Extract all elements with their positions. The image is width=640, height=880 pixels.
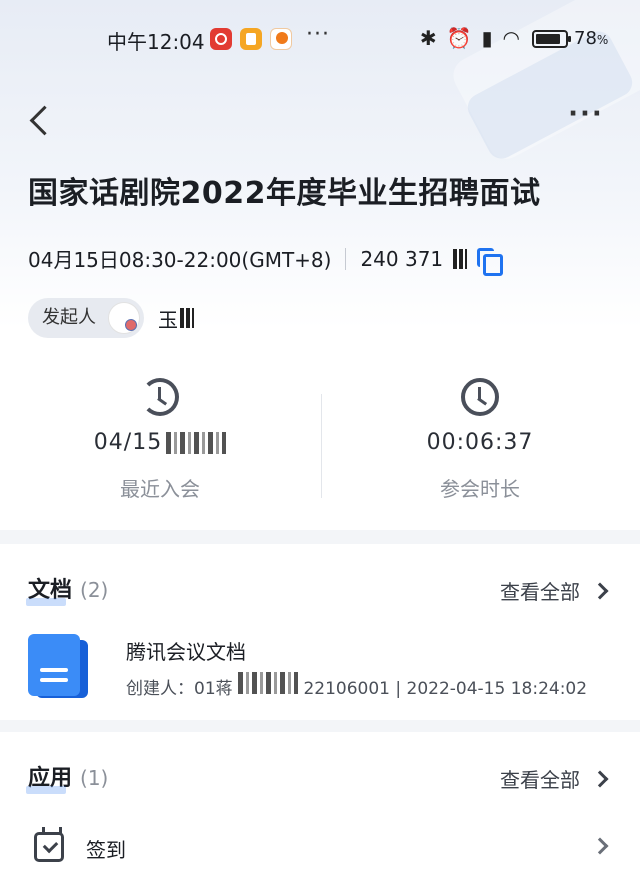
wifi-icon: ◠ bbox=[502, 26, 520, 50]
more-notifications-icon: ··· bbox=[306, 22, 330, 47]
host-badge: 发起人 bbox=[28, 298, 144, 338]
divider bbox=[345, 247, 347, 270]
recent-join-label: 最近入会 bbox=[120, 477, 200, 501]
app-name: 签到 bbox=[86, 838, 126, 862]
meeting-meta: 04月15日08:30-22:00(GMT+8) 240 371 bbox=[28, 244, 504, 276]
app-list-item-checkin[interactable]: 签到 bbox=[28, 826, 614, 870]
chevron-right-icon bbox=[591, 582, 609, 599]
documents-title: 文档 bbox=[25, 572, 72, 606]
documents-view-all-button[interactable]: 查看全部 bbox=[500, 576, 609, 605]
back-chevron-icon[interactable] bbox=[26, 104, 56, 138]
redaction-mosaic bbox=[180, 308, 194, 328]
document-icon bbox=[28, 634, 88, 700]
history-clock-icon bbox=[141, 378, 179, 416]
document-creator: 创建人：01蒋 bbox=[126, 679, 233, 699]
host-row: 发起人 玉 bbox=[28, 298, 194, 338]
recent-join-stat: 04/15 最近入会 bbox=[0, 370, 320, 502]
redaction-mosaic bbox=[453, 248, 468, 269]
apps-count: (1) bbox=[80, 766, 109, 790]
chevron-right-icon bbox=[591, 770, 609, 787]
meeting-id: 240 371 bbox=[360, 246, 444, 271]
view-all-label: 查看全部 bbox=[500, 768, 580, 792]
documents-count: (2) bbox=[80, 578, 109, 602]
notes-app-icon bbox=[240, 28, 262, 50]
document-meta: 创建人：01蒋 22106001 | 2022-04-15 18:24:02 bbox=[126, 672, 587, 699]
host-label: 发起人 bbox=[42, 307, 96, 328]
apps-view-all-button[interactable]: 查看全部 bbox=[500, 764, 609, 793]
bluetooth-icon: ✱ bbox=[419, 26, 437, 50]
netease-music-app-icon bbox=[210, 28, 232, 50]
copy-icon[interactable] bbox=[475, 246, 504, 276]
meeting-stats: 04/15 最近入会 00:06:37 参会时长 bbox=[0, 370, 640, 510]
status-icons: ✱ ⏰ ▮ ◠ bbox=[420, 26, 520, 50]
section-header: 文档 (2) bbox=[25, 572, 109, 606]
meeting-time-range: 04月15日08:30-22:00(GMT+8) bbox=[28, 248, 332, 272]
apps-title: 应用 bbox=[25, 760, 72, 794]
battery-icon bbox=[532, 30, 571, 48]
battery-percent: 78% bbox=[574, 28, 609, 49]
clock-icon bbox=[461, 378, 499, 416]
meeting-title: 国家话剧院2022年度毕业生招聘面试 bbox=[28, 176, 541, 211]
signal-icon: ▮ bbox=[481, 26, 493, 50]
view-all-label: 查看全部 bbox=[500, 580, 580, 604]
redaction-mosaic bbox=[238, 672, 299, 694]
host-name: 玉 bbox=[158, 304, 194, 333]
documents-section: 文档 (2) 查看全部 腾讯会议文档 创建人：01蒋 22106001 | 20… bbox=[0, 544, 640, 720]
avatar[interactable] bbox=[108, 302, 140, 334]
duration-stat: 00:06:37 参会时长 bbox=[320, 370, 640, 502]
recent-join-value: 04/15 bbox=[0, 430, 320, 455]
duration-label: 参会时长 bbox=[440, 477, 520, 501]
apps-section: 应用 (1) 查看全部 签到 bbox=[0, 732, 640, 880]
document-name: 腾讯会议文档 bbox=[126, 640, 246, 664]
section-header: 应用 (1) bbox=[25, 760, 109, 794]
chevron-right-icon bbox=[591, 837, 609, 855]
status-time: 中午12:04 bbox=[107, 30, 205, 54]
document-created-info: 22106001 | 2022-04-15 18:24:02 bbox=[303, 679, 588, 699]
document-list-item[interactable]: 腾讯会议文档 创建人：01蒋 22106001 | 2022-04-15 18:… bbox=[28, 634, 628, 700]
status-bar: 中午12:04 ··· ✱ ⏰ ▮ ◠ 78% bbox=[0, 0, 640, 78]
redaction-mosaic bbox=[166, 431, 227, 454]
more-options-icon[interactable]: ··· bbox=[566, 101, 606, 134]
taobao-app-icon bbox=[270, 28, 292, 50]
alarm-icon: ⏰ bbox=[446, 26, 472, 50]
calendar-check-icon bbox=[34, 827, 64, 862]
duration-value: 00:06:37 bbox=[426, 430, 534, 455]
host-name-text: 玉 bbox=[158, 307, 178, 332]
